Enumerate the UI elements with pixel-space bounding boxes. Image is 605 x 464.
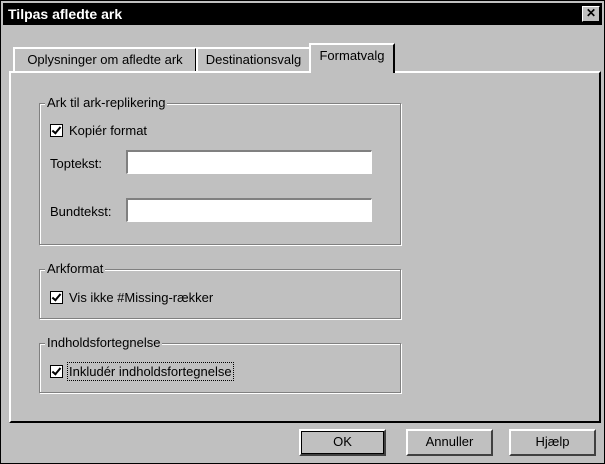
group-replication: Ark til ark-replikering Kopiér format To… (39, 95, 401, 245)
footer-label: Bundtekst: (50, 204, 112, 219)
group-legend: Indholdsfortegnelse (45, 335, 163, 351)
include-toc-checkbox[interactable]: Inkludér indholdsfortegnelse (50, 362, 234, 381)
checkbox-box[interactable] (50, 291, 63, 304)
close-icon[interactable]: ✕ (582, 6, 600, 22)
group-sheet-format: Arkformat Vis ikke #Missing-rækker (39, 261, 401, 319)
group-legend: Ark til ark-replikering (45, 95, 168, 111)
help-button[interactable]: Hjælp (509, 429, 596, 456)
hide-missing-label: Vis ikke #Missing-rækker (69, 290, 214, 305)
cancel-button[interactable]: Annuller (406, 429, 493, 456)
tab-panel-formatvalg: Ark til ark-replikering Kopiér format To… (9, 71, 601, 423)
footer-input[interactable] (126, 198, 372, 222)
group-toc: Indholdsfortegnelse Inkludér indholdsfor… (39, 335, 401, 393)
tab-formatvalg[interactable]: Formatvalg (309, 43, 395, 73)
tab-label: Formatvalg (319, 48, 385, 63)
checkbox-box[interactable] (50, 124, 63, 137)
include-toc-label: Inkludér indholdsfortegnelse (67, 362, 234, 381)
header-input[interactable] (126, 150, 372, 174)
checkbox-box[interactable] (50, 365, 63, 378)
tab-label: Destinationsvalg (205, 52, 302, 67)
copy-format-label: Kopiér format (69, 123, 148, 138)
title-bar: Tilpas afledte ark ✕ (3, 3, 602, 25)
header-label: Toptekst: (50, 156, 103, 171)
tab-destinationsvalg[interactable]: Destinationsvalg (196, 47, 311, 71)
tab-oplysninger[interactable]: Oplysninger om afledte ark (13, 47, 197, 71)
dialog-window: Tilpas afledte ark ✕ Oplysninger om afle… (0, 0, 605, 464)
group-legend: Arkformat (45, 261, 106, 277)
copy-format-checkbox[interactable]: Kopiér format (50, 123, 147, 138)
tab-label: Oplysninger om afledte ark (27, 52, 183, 67)
window-title: Tilpas afledte ark (8, 6, 123, 22)
ok-button[interactable]: OK (299, 429, 386, 456)
hide-missing-checkbox[interactable]: Vis ikke #Missing-rækker (50, 290, 213, 305)
